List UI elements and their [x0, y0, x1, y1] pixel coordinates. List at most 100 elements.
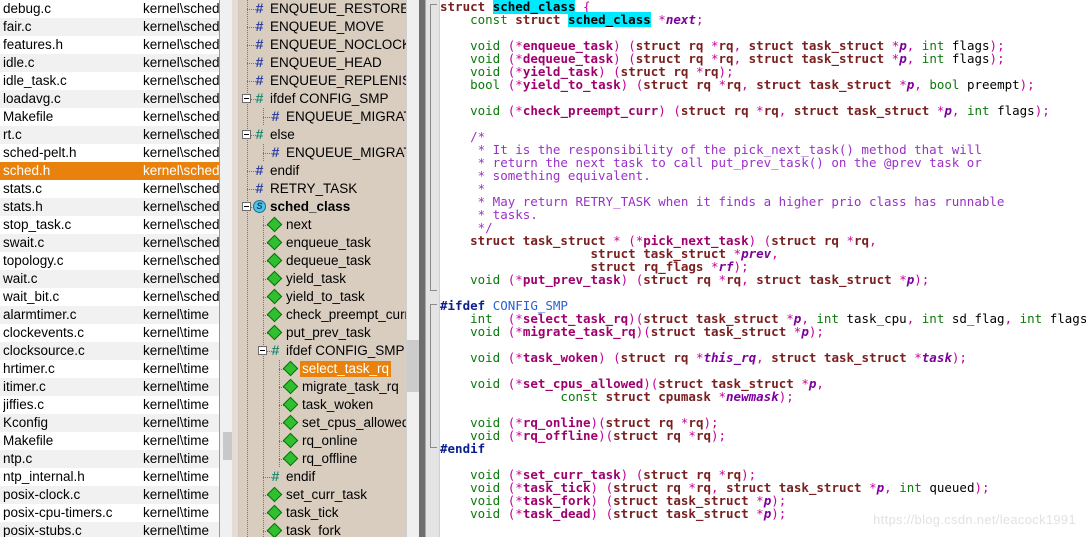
symbol-tree-row[interactable]: # endif [239, 468, 407, 486]
symbol-tree-row[interactable]: # ENQUEUE_MOVE [239, 18, 407, 36]
member-diamond-icon [266, 486, 283, 503]
file-list-row[interactable]: hrtimer.c kernel\time [0, 360, 219, 378]
file-name: sched-pelt.h [3, 145, 77, 160]
symbol-tree-row[interactable]: rq_offline [239, 450, 407, 468]
tree-collapse-toggle-icon[interactable] [242, 94, 251, 103]
symbol-tree-row[interactable]: task_tick [239, 504, 407, 522]
file-list-row[interactable]: posix-cpu-timers.c kernel\time [0, 504, 219, 522]
symbol-tree-row[interactable]: next [239, 216, 407, 234]
symbol-tree-row[interactable]: # ENQUEUE_MIGRATED [239, 108, 407, 126]
file-list-row[interactable]: swait.c kernel\sched [0, 234, 219, 252]
file-list-row[interactable]: Makefile kernel\sched [0, 108, 219, 126]
file-list-panel[interactable]: debug.c kernel\sched fair.c kernel\sched fea… [0, 0, 220, 537]
member-diamond-icon [266, 324, 283, 341]
file-list-row[interactable]: stop_task.c kernel\sched [0, 216, 219, 234]
fold-margin[interactable] [426, 0, 440, 537]
code-line: #endif [440, 441, 486, 456]
symbol-tree-row[interactable]: # ENQUEUE_RESTORE [239, 0, 407, 18]
symbol-tree-label: set_curr_task [286, 487, 368, 502]
symbol-tree-row[interactable]: yield_task [239, 270, 407, 288]
file-list-row[interactable]: jiffies.c kernel\time [0, 396, 219, 414]
tree-guide-line [247, 144, 248, 162]
file-list-row[interactable]: Makefile kernel\time [0, 432, 219, 450]
symbol-tree-row[interactable]: set_curr_task [239, 486, 407, 504]
symbol-tree-row[interactable]: set_cpus_allowed [239, 414, 407, 432]
file-list-row[interactable]: wait.c kernel\sched [0, 270, 219, 288]
file-list-row[interactable]: posix-clock.c kernel\time [0, 486, 219, 504]
symbol-tree-row[interactable]: # ENQUEUE_REPLENISH [239, 72, 407, 90]
fold-bracket-ifdef[interactable] [430, 304, 437, 448]
file-list-row[interactable]: features.h kernel\sched [0, 36, 219, 54]
file-list-row[interactable]: rt.c kernel\sched [0, 126, 219, 144]
file-path: kernel\time [143, 505, 210, 520]
code-content[interactable]: struct sched_class { const struct sched_… [440, 0, 1086, 537]
file-list-row[interactable]: itimer.c kernel\time [0, 378, 219, 396]
symbol-tree-panel[interactable]: # ENQUEUE_RESTORE # ENQUEUE_MOVE # ENQUEUE_NO… [239, 0, 426, 537]
symbol-tree-label: select_task_rq [300, 361, 392, 377]
file-list-row[interactable]: sched.h kernel\sched [0, 162, 219, 180]
symbol-tree-row[interactable]: enqueue_task [239, 234, 407, 252]
file-path: kernel\sched [143, 145, 219, 160]
file-list-row[interactable]: idle.c kernel\sched [0, 54, 219, 72]
file-path: kernel\sched [143, 199, 219, 214]
tree-guide-line [247, 270, 248, 288]
fold-bracket-struct[interactable] [430, 4, 437, 291]
file-list-row[interactable]: fair.c kernel\sched [0, 18, 219, 36]
file-name: Makefile [3, 109, 54, 124]
file-list-row[interactable]: debug.c kernel\sched [0, 0, 219, 18]
member-diamond-icon [266, 252, 283, 269]
symbol-tree-row[interactable]: yield_to_task [239, 288, 407, 306]
symbol-tree-row[interactable]: # ifdef CONFIG_SMP [239, 342, 407, 360]
file-path: kernel\sched [143, 253, 219, 268]
symbol-tree-scroll-thumb[interactable] [407, 340, 419, 392]
symbol-tree-row[interactable]: # ifdef CONFIG_SMP [239, 90, 407, 108]
file-list-row[interactable]: alarmtimer.c kernel\time [0, 306, 219, 324]
tree-guide-line [247, 522, 248, 537]
file-list-row[interactable]: clocksource.c kernel\time [0, 342, 219, 360]
symbol-tree-row[interactable]: rq_online [239, 432, 407, 450]
file-name: Makefile [3, 433, 54, 448]
symbol-tree-row[interactable]: # ENQUEUE_NOCLOCK [239, 36, 407, 54]
file-list-row[interactable]: clockevents.c kernel\time [0, 324, 219, 342]
file-path: kernel\sched [143, 109, 219, 124]
tree-collapse-toggle-icon[interactable] [242, 130, 251, 139]
symbol-tree-row[interactable]: select_task_rq [239, 360, 407, 378]
tree-collapse-toggle-icon[interactable] [242, 202, 251, 211]
symbol-tree[interactable]: # ENQUEUE_RESTORE # ENQUEUE_MOVE # ENQUEUE_NO… [239, 0, 407, 537]
symbol-tree-row[interactable]: # else [239, 126, 407, 144]
symbol-tree-row[interactable]: task_fork [239, 522, 407, 537]
file-list-row[interactable]: posix-stubs.c kernel\time [0, 522, 219, 537]
symbol-tree-row[interactable]: # ENQUEUE_HEAD [239, 54, 407, 72]
symbol-tree-row[interactable]: check_preempt_curr [239, 306, 407, 324]
symbol-tree-scrollbar[interactable] [406, 0, 419, 537]
symbol-tree-row[interactable]: Ssched_class [239, 198, 407, 216]
file-list-row[interactable]: stats.c kernel\sched [0, 180, 219, 198]
symbol-tree-row[interactable]: # endif [239, 162, 407, 180]
file-list-row[interactable]: ntp.c kernel\time [0, 450, 219, 468]
macro-icon: # [271, 108, 280, 124]
symbol-tree-row[interactable]: # ENQUEUE_MIGRATED [239, 144, 407, 162]
tree-collapse-toggle-icon[interactable] [258, 346, 267, 355]
symbol-tree-row[interactable]: migrate_task_rq [239, 378, 407, 396]
file-list-row[interactable]: Kconfig kernel\time [0, 414, 219, 432]
file-list-row[interactable]: idle_task.c kernel\sched [0, 72, 219, 90]
file-list-row[interactable]: sched-pelt.h kernel\sched [0, 144, 219, 162]
symbol-tree-row[interactable]: put_prev_task [239, 324, 407, 342]
tree-guide-line [247, 288, 248, 306]
file-list-row[interactable]: stats.h kernel\sched [0, 198, 219, 216]
symbol-tree-row[interactable]: # RETRY_TASK [239, 180, 407, 198]
file-list[interactable]: debug.c kernel\sched fair.c kernel\sched fea… [0, 0, 219, 537]
file-list-row[interactable]: wait_bit.c kernel\sched [0, 288, 219, 306]
tree-guide-line [247, 504, 248, 522]
file-list-row[interactable]: ntp_internal.h kernel\time [0, 468, 219, 486]
file-list-scrollbar[interactable] [220, 0, 239, 537]
symbol-tree-row[interactable]: dequeue_task [239, 252, 407, 270]
file-name: stats.h [3, 199, 43, 214]
file-list-row[interactable]: loadavg.c kernel\sched [0, 90, 219, 108]
symbol-tree-row[interactable]: task_woken [239, 396, 407, 414]
file-list-row[interactable]: topology.c kernel\sched [0, 252, 219, 270]
code-editor-panel[interactable]: struct sched_class { const struct sched_… [426, 0, 1086, 537]
file-path: kernel\time [143, 451, 210, 466]
member-diamond-icon [266, 234, 283, 251]
macro-icon: # [255, 18, 264, 34]
